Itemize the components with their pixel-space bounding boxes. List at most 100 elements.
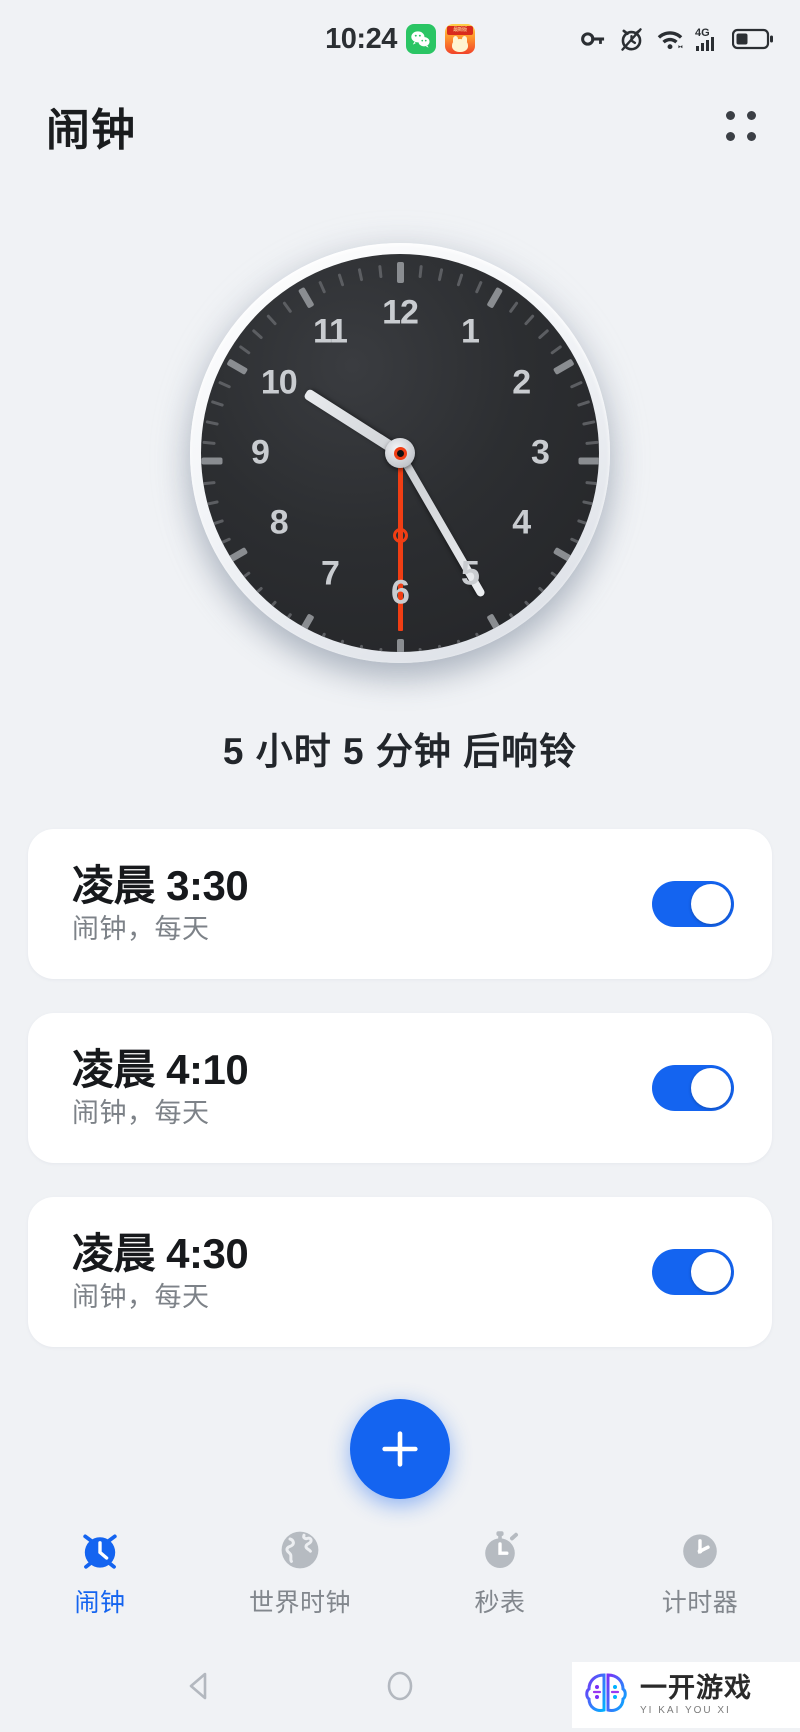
stopwatch-icon [485, 1531, 518, 1568]
clock-tick-major [552, 546, 575, 564]
clock-tick-major [396, 262, 404, 283]
alarm-period-label: 凌晨 [72, 1046, 156, 1093]
clock-numeral: 9 [251, 433, 270, 472]
tab-label: 闹钟 [74, 1589, 126, 1617]
alarm-time: 凌晨 4:10 [72, 1046, 249, 1093]
page-title: 闹钟 [46, 105, 136, 155]
clock-tick-minor [437, 268, 443, 282]
clock-numeral: 5 [461, 554, 480, 593]
brain-logo-icon [580, 1667, 632, 1724]
battery-icon [732, 27, 774, 51]
tab-label: 秒表 [474, 1589, 526, 1617]
clock-tick-minor [238, 344, 251, 355]
alarm-time: 凌晨 3:30 [72, 862, 249, 909]
alarm-subtitle: 闹钟，每天 [72, 1282, 210, 1312]
network-4g-icon: 4G [695, 25, 721, 53]
alarm-card-texts: 凌晨 4:10 闹钟，每天 [72, 1046, 249, 1128]
clock-tick-minor [337, 273, 344, 287]
alarm-toggle[interactable] [652, 1249, 734, 1295]
clock-numeral: 4 [512, 503, 531, 542]
tab-stopwatch[interactable]: 秒表 [400, 1526, 600, 1619]
grid-dot [747, 131, 756, 141]
clock-tick-minor [281, 301, 292, 314]
wifi-icon [656, 25, 684, 53]
clock-tick-major [225, 358, 248, 376]
clock-tick-minor [217, 537, 231, 546]
clock-tick-minor [201, 440, 216, 446]
clock-tick-minor [584, 480, 599, 486]
clock-tick-minor [201, 480, 216, 486]
clock-numeral: 6 [391, 573, 410, 612]
analog-clock-area: 12 1 2 3 4 5 6 7 8 9 10 11 [0, 173, 800, 733]
status-bar-indicators: 4G [579, 25, 774, 53]
bottom-tab-bar: 闹钟 世界时钟 秒表 计时器 [0, 1514, 800, 1640]
alarm-card[interactable]: 凌晨 4:30 闹钟，每天 [28, 1197, 772, 1347]
clock-tick-minor [251, 328, 263, 340]
clock-numeral: 11 [313, 312, 348, 351]
clock-tick-minor [537, 328, 549, 340]
tab-alarm-clock[interactable]: 闹钟 [0, 1526, 200, 1619]
vpn-key-icon [579, 25, 607, 53]
clock-tick-minor [217, 380, 231, 389]
tab-timer[interactable]: 计时器 [600, 1526, 800, 1619]
back-triangle-icon[interactable] [180, 1666, 220, 1706]
clock-tick-minor [584, 440, 599, 446]
clock-numeral: 7 [321, 554, 340, 593]
alarm-toggle[interactable] [652, 881, 734, 927]
home-circle-icon[interactable] [380, 1666, 420, 1706]
clock-tick-minor [569, 380, 583, 389]
clock-tick-major [297, 286, 315, 309]
clock-tick-minor [581, 500, 595, 506]
clock-tick-major [225, 546, 248, 564]
alarm-period-label: 凌晨 [72, 862, 156, 909]
clock-numeral: 2 [512, 363, 531, 402]
clock-tick-minor [205, 500, 219, 506]
add-alarm-button[interactable] [350, 1399, 450, 1499]
plus-icon [382, 1431, 418, 1467]
grid-menu-icon[interactable] [726, 110, 756, 141]
clock-tick-minor [357, 268, 363, 282]
clock-tick-major [552, 358, 575, 376]
clock-tick-minor [549, 344, 562, 355]
analog-clock: 12 1 2 3 4 5 6 7 8 9 10 11 [176, 229, 624, 683]
grid-dot [726, 110, 735, 120]
alarm-subtitle: 闹钟，每天 [72, 914, 210, 944]
clock-numeral: 8 [269, 503, 289, 542]
tab-label: 世界时钟 [248, 1589, 351, 1617]
clock-tick-minor [576, 400, 590, 407]
clock-tick-minor [523, 314, 535, 326]
tab-globe[interactable]: 世界时钟 [200, 1526, 400, 1619]
clock-tick-minor [417, 264, 423, 279]
clock-numeral: 3 [531, 433, 550, 472]
globe-icon [281, 1531, 319, 1569]
alarm-card[interactable]: 凌晨 4:10 闹钟，每天 [28, 1013, 772, 1163]
clock-numeral: 12 [382, 293, 419, 332]
alarm-toggle[interactable] [652, 1065, 734, 1111]
alarm-subtitle: 闹钟，每天 [72, 1098, 210, 1128]
grid-dot [747, 110, 756, 120]
app-header: 闹钟 [0, 78, 800, 173]
clock-tick-minor [474, 280, 483, 294]
clock-tick-minor [456, 273, 463, 287]
clock-face: 12 1 2 3 4 5 6 7 8 9 10 11 [201, 254, 599, 652]
alarm-list: 凌晨 3:30 闹钟，每天 凌晨 4:10 闹钟，每天 凌晨 4:30 闹钟，每天 [0, 829, 800, 1347]
status-bar: 10:24 最新版 4G [0, 0, 800, 78]
alarm-period-label: 凌晨 [72, 1230, 156, 1277]
grid-dot [726, 131, 735, 141]
alarm-time-value: 3:30 [155, 862, 249, 909]
clock-center-dot [396, 449, 404, 457]
clock-tick-minor [417, 647, 423, 652]
clock-numeral: 10 [260, 363, 298, 402]
clock-tick-minor [210, 519, 224, 526]
clock-tick-major [201, 457, 222, 465]
watermark-text: 一开游戏 YI KAI YOU XI [640, 1674, 752, 1716]
status-bar-clock: 10:24 [325, 22, 397, 55]
clock-tick-minor [581, 420, 595, 426]
clock-tick-minor [205, 420, 219, 426]
alarm-card[interactable]: 凌晨 3:30 闹钟，每天 [28, 829, 772, 979]
clock-tick-minor [508, 301, 519, 314]
clock-tick-major [396, 639, 404, 652]
alarm-set-icon [618, 26, 645, 53]
wechat-badge-icon [405, 24, 436, 54]
alarm-card-texts: 凌晨 4:30 闹钟，每天 [72, 1230, 249, 1312]
